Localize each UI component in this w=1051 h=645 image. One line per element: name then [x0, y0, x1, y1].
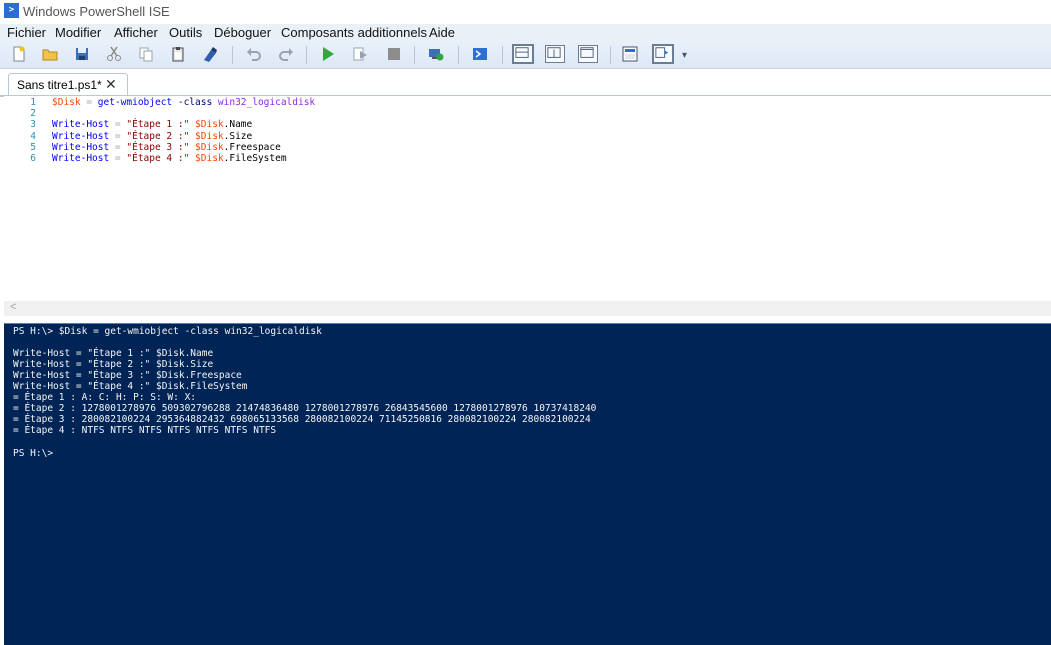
- code-line: 2: [4, 108, 1044, 119]
- close-icon[interactable]: ✕: [105, 76, 117, 93]
- menu-aide[interactable]: Aide: [429, 25, 455, 40]
- show-command-window-icon[interactable]: [622, 46, 638, 62]
- code-token: $Disk: [195, 119, 224, 131]
- code-token: =: [109, 153, 127, 164]
- console-line: Write-Host = "Étape 3 :" $Disk.Freespace: [13, 370, 242, 382]
- code-token: -class: [172, 97, 213, 108]
- code-token: "Étape 2 :": [126, 130, 190, 142]
- line-number: 2: [30, 108, 36, 120]
- console-line: = Étape 4 : NTFS NTFS NTFS NTFS NTFS NTF…: [13, 425, 277, 437]
- open-folder-icon[interactable]: [42, 46, 58, 62]
- code-token: =: [109, 141, 127, 153]
- cut-icon[interactable]: [106, 46, 122, 62]
- toolbar-separator: [502, 46, 503, 64]
- code-token: Write-Host: [52, 130, 110, 142]
- undo-icon[interactable]: [246, 46, 262, 62]
- code-text: Write-Host = "Étape 3 :" $Disk.Freespace: [52, 142, 281, 153]
- code-token: =: [109, 119, 127, 131]
- copy-icon[interactable]: [138, 46, 154, 62]
- code-line: 4 Write-Host = "Étape 2 :" $Disk.Size: [4, 131, 1044, 142]
- line-number: 5: [30, 141, 36, 153]
- pane-splitter[interactable]: [0, 316, 1051, 323]
- code-token: win32_logicaldisk: [212, 97, 316, 108]
- console-line: Write-Host = "Étape 2 :" $Disk.Size: [13, 359, 214, 371]
- redo-icon[interactable]: [278, 46, 294, 62]
- console-line: Write-Host = "Étape 4 :" $Disk.FileSyste…: [13, 381, 248, 393]
- toolbar-overflow-icon[interactable]: ▾: [682, 50, 687, 61]
- start-powershell-icon[interactable]: [472, 46, 488, 62]
- code-token: .Size: [223, 130, 253, 142]
- code-line: 5 Write-Host = "Étape 3 :" $Disk.Freespac…: [4, 142, 1044, 153]
- menu-outils[interactable]: Outils: [169, 25, 202, 40]
- code-token: $Disk: [195, 153, 224, 164]
- show-script-pane-top-icon[interactable]: [512, 44, 534, 64]
- code-token: $Disk: [195, 141, 224, 153]
- code-token: .Name: [223, 119, 253, 131]
- code-token: get-wmiobject: [97, 97, 173, 108]
- code-token: $Disk: [195, 130, 224, 142]
- line-number: 4: [30, 130, 36, 142]
- code-text: Write-Host = "Étape 2 :" $Disk.Size: [52, 131, 252, 142]
- toolbar-separator: [306, 46, 307, 64]
- show-script-pane-right-icon[interactable]: [545, 45, 565, 63]
- console-line: = Étape 1 : A: C: H: P: S: W: X:: [13, 392, 197, 404]
- menu-afficher[interactable]: Afficher: [114, 25, 158, 40]
- code-line: 6 Write-Host = "Étape 4 :" $Disk.FileSyst…: [4, 153, 1044, 164]
- console-line: = Étape 2 : 1278001278976 509302796288 2…: [13, 403, 597, 415]
- menu-composants-additionnels[interactable]: Composants additionnels: [281, 25, 427, 40]
- code-token: .Freespace: [223, 141, 281, 153]
- tab-label: Sans titre1.ps1*: [17, 78, 102, 92]
- console-pane[interactable]: PS H:\> $Disk = get-wmiobject -class win…: [4, 323, 1051, 645]
- console-line: Write-Host = "Étape 1 :" $Disk.Name: [13, 348, 214, 360]
- code-token: .FileSystem: [223, 153, 287, 164]
- code-text: $Disk = get-wmiobject -class win32_logic…: [52, 97, 315, 108]
- console-line: PS H:\> $Disk = get-wmiobject -class win…: [13, 326, 322, 337]
- toolbar-separator: [232, 46, 233, 64]
- save-icon[interactable]: [74, 46, 90, 62]
- new-file-icon[interactable]: [11, 46, 27, 62]
- code-token: $Disk: [52, 97, 81, 108]
- code-line: 3 Write-Host = "Étape 1 :" $Disk.Name: [4, 119, 1044, 130]
- toolbar-separator: [610, 46, 611, 64]
- console-line: = Étape 3 : 280082100224 295364882432 69…: [13, 414, 591, 426]
- window-title: Windows PowerShell ISE: [23, 4, 170, 19]
- line-number: 3: [30, 119, 36, 131]
- script-editor[interactable]: 1 $Disk = get-wmiobject -class win32_logi…: [4, 96, 1051, 301]
- paste-icon[interactable]: [170, 46, 186, 62]
- line-number: 6: [30, 153, 36, 164]
- menu-fichier[interactable]: Fichier: [7, 25, 46, 40]
- code-token: =: [109, 130, 127, 142]
- code-token: "Étape 1 :": [126, 119, 190, 131]
- code-text: Write-Host = "Étape 4 :" $Disk.FileSyste…: [52, 153, 287, 164]
- code-token: Write-Host: [52, 141, 110, 153]
- code-token: "Étape 3 :": [126, 141, 190, 153]
- script-tab-strip: Sans titre1.ps1* ✕: [0, 69, 1051, 97]
- menu-bar: Fichier Modifier Afficher Outils Débogue…: [0, 24, 1051, 42]
- tab-sans-titre1[interactable]: Sans titre1.ps1* ✕: [8, 73, 128, 95]
- new-remote-tab-icon[interactable]: [428, 46, 444, 62]
- code-token: Write-Host: [52, 153, 110, 164]
- toolbar-separator: [458, 46, 459, 64]
- title-bar: > Windows PowerShell ISE: [0, 0, 1051, 24]
- run-selection-icon[interactable]: [352, 46, 368, 62]
- code-token: "Étape 4 :": [126, 153, 190, 164]
- show-command-addon-icon[interactable]: [652, 44, 674, 64]
- line-number: 1: [30, 97, 36, 108]
- code-line: 1 $Disk = get-wmiobject -class win32_logi…: [4, 97, 1044, 108]
- code-token: =: [80, 97, 98, 108]
- toolbar: ▾: [0, 42, 1051, 69]
- show-script-pane-maximized-icon[interactable]: [578, 45, 598, 63]
- scroll-left-icon[interactable]: <: [10, 301, 16, 313]
- run-script-icon[interactable]: [320, 46, 336, 62]
- code-token: Write-Host: [52, 119, 110, 131]
- powershell-app-icon: >: [4, 3, 19, 18]
- toolbar-separator: [414, 46, 415, 64]
- clear-console-icon[interactable]: [202, 46, 218, 62]
- menu-modifier[interactable]: Modifier: [55, 25, 101, 40]
- stop-icon[interactable]: [386, 46, 402, 62]
- console-line: PS H:\>: [13, 447, 54, 459]
- menu-deboguer[interactable]: Déboguer: [214, 25, 271, 40]
- horizontal-scrollbar[interactable]: <: [4, 301, 1051, 316]
- code-text: Write-Host = "Étape 1 :" $Disk.Name: [52, 119, 252, 130]
